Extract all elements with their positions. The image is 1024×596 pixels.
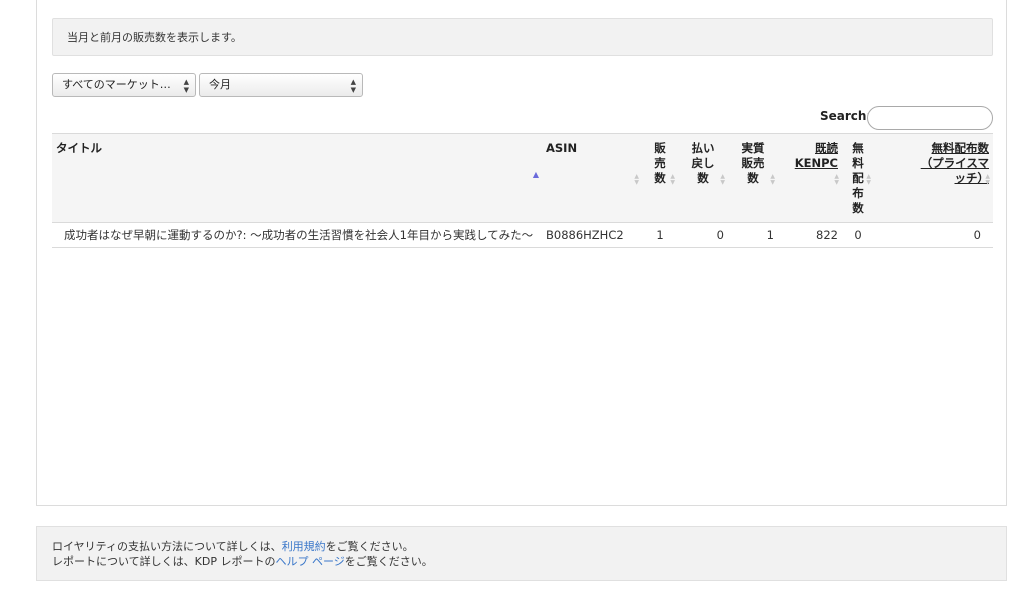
- col-refunds-label: 払い戻し数: [691, 141, 715, 185]
- sort-icon: ▲ ▼: [985, 173, 990, 186]
- footer-text: をご覧ください。: [325, 540, 414, 553]
- sort-icon: ▲ ▼: [770, 173, 775, 186]
- col-price-match[interactable]: 無料配布数（プライスマッチ） ▲ ▼: [874, 133, 993, 223]
- search-input[interactable]: [867, 106, 993, 130]
- info-message: 当月と前月の販売数を表示します。: [52, 18, 993, 56]
- sort-icon: ▲ ▼: [834, 173, 839, 186]
- cell-refunds: 0: [678, 222, 728, 248]
- select-arrows-icon: ▲ ▼: [183, 78, 189, 94]
- col-title[interactable]: タイトル ▲: [52, 133, 542, 223]
- col-title-label: タイトル: [56, 141, 102, 155]
- sort-icon: ▲ ▼: [866, 173, 871, 186]
- footer-text: レポートについて詳しくは、KDP レポートの: [52, 555, 276, 568]
- col-refunds[interactable]: 払い戻し数 ▲ ▼: [678, 133, 728, 223]
- table-row[interactable]: 成功者はなぜ早朝に運動するのか?: 〜成功者の生活習慣を社会人1年目から実践して…: [52, 222, 993, 248]
- col-sold[interactable]: 販売数 ▲ ▼: [642, 133, 678, 223]
- cell-asin: B0886HZHC2: [542, 222, 642, 248]
- col-asin[interactable]: ASIN ▲ ▼: [542, 133, 642, 223]
- footer-text: をご覧ください。: [344, 555, 433, 568]
- col-free[interactable]: 無料配布数 ▲ ▼: [842, 133, 874, 223]
- footer-line-reports: レポートについて詳しくは、KDP レポートのヘルプ ページをご覧ください。: [52, 554, 1006, 569]
- cell-price-match: 0: [874, 222, 993, 248]
- cell-kenpc: 822: [778, 222, 842, 248]
- cell-sold: 1: [642, 222, 678, 248]
- period-select-value: 今月: [209, 78, 231, 91]
- cell-free: 0: [842, 222, 874, 248]
- marketplace-select-value: すべてのマーケット…: [62, 78, 171, 91]
- sales-table: タイトル ▲ ASIN ▲ ▼ 販売数 ▲ ▼ 払い戻し数 ▲ ▼ 実質販売数 ▲: [52, 133, 993, 248]
- marketplace-select[interactable]: すべてのマーケット… ▲ ▼: [52, 73, 196, 97]
- table-header-row: タイトル ▲ ASIN ▲ ▼ 販売数 ▲ ▼ 払い戻し数 ▲ ▼ 実質販売数 ▲: [52, 133, 993, 223]
- sort-icon: ▲ ▼: [634, 173, 639, 186]
- terms-link[interactable]: 利用規約: [282, 540, 326, 553]
- col-price-match-label: 無料配布数（プライスマッチ）: [920, 141, 989, 185]
- cell-net: 1: [728, 222, 778, 248]
- cell-title: 成功者はなぜ早朝に運動するのか?: 〜成功者の生活習慣を社会人1年目から実践して…: [52, 222, 542, 248]
- col-kenpc-label: 既読 KENPC: [794, 141, 838, 170]
- footer-text: ロイヤリティの支払い方法について詳しくは、: [52, 540, 282, 553]
- col-asin-label: ASIN: [546, 141, 578, 155]
- col-net[interactable]: 実質販売数 ▲ ▼: [728, 133, 778, 223]
- col-net-label: 実質販売数: [741, 141, 765, 185]
- footer-line-royalty: ロイヤリティの支払い方法について詳しくは、利用規約をご覧ください。: [52, 539, 1006, 554]
- report-panel: 当月と前月の販売数を表示します。 すべてのマーケット… ▲ ▼ 今月 ▲ ▼ Sea…: [36, 0, 1007, 506]
- sort-icon: ▲ ▼: [720, 173, 725, 186]
- sort-icon: ▲ ▼: [670, 173, 675, 186]
- footer-note: ロイヤリティの支払い方法について詳しくは、利用規約をご覧ください。 レポートにつ…: [36, 526, 1007, 581]
- search-label: Search:: [820, 109, 872, 123]
- col-sold-label: 販売数: [654, 141, 666, 185]
- col-kenpc[interactable]: 既読 KENPC ▲ ▼: [778, 133, 842, 223]
- sort-asc-icon: ▲: [532, 170, 539, 179]
- period-select[interactable]: 今月 ▲ ▼: [199, 73, 363, 97]
- col-free-label: 無料配布数: [852, 141, 864, 215]
- help-page-link[interactable]: ヘルプ ページ: [275, 555, 344, 568]
- select-arrows-icon: ▲ ▼: [350, 78, 356, 94]
